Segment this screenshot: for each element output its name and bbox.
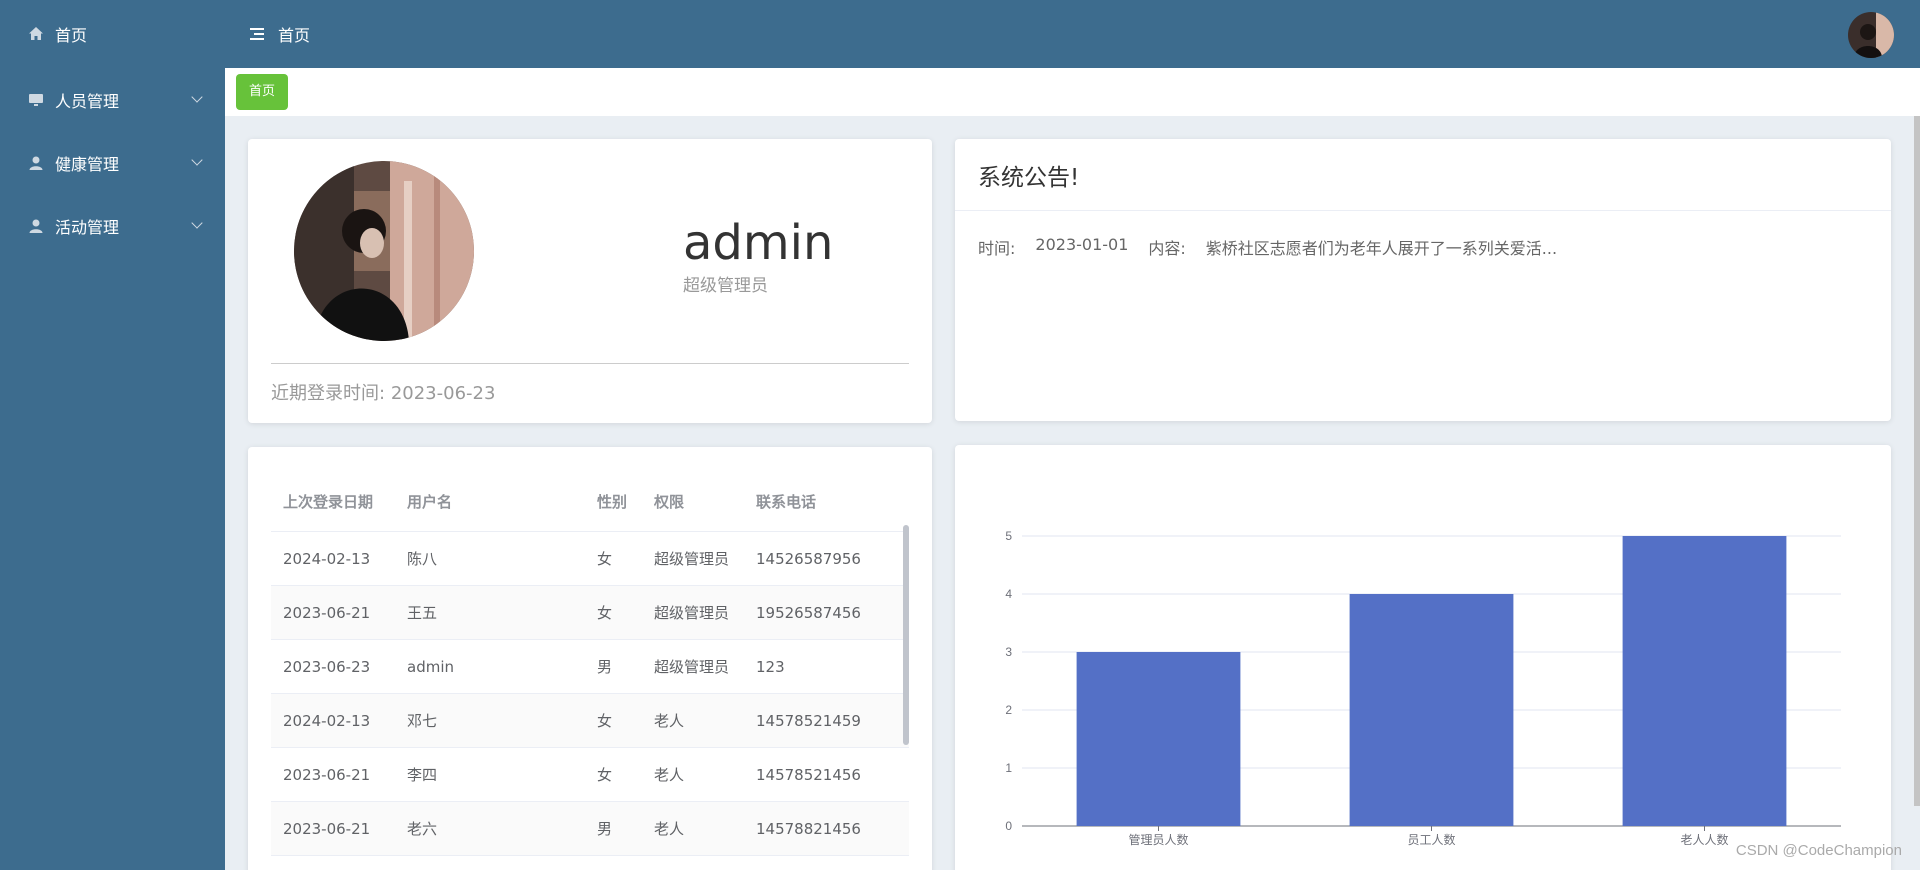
chart-bar[interactable] [1349,594,1514,826]
table-cell: 2024-02-13 [283,549,371,568]
table-cell: 2023-06-21 [283,819,371,838]
y-tick-label: 2 [1005,703,1012,717]
notice-card: 系统公告! 时间: 2023-01-01 内容: 紫桥社区志愿者们为老年人展开了… [955,139,1891,421]
hamburger-icon[interactable] [250,28,264,40]
y-tick-label: 1 [1005,761,1012,775]
notice-time: 2023-01-01 [1035,235,1129,254]
table-scrollbar[interactable] [903,525,909,745]
table-cell: 2023-06-21 [283,603,371,622]
notice-content-label: 内容: [1148,239,1186,258]
table-cell: 14578521459 [756,711,861,730]
chevron-down-icon [191,154,203,166]
column-header: 权限 [654,493,685,511]
user-icon [28,155,44,171]
table-cell: 14578821456 [756,819,861,838]
table-cell: admin [407,657,454,676]
chart-bar[interactable] [1076,652,1241,826]
column-header: 上次登录日期 [283,493,374,511]
table-cell: 女 [597,766,613,784]
table-cell: 邓七 [407,712,438,730]
table-cell: 14578521456 [756,765,861,784]
last-login-date: 2023-06-23 [390,383,496,404]
header-title: 首页 [278,26,311,45]
divider [271,363,909,364]
watermark: CSDN @CodeChampion [1735,842,1902,859]
table-cell: 李四 [407,766,438,784]
header-avatar[interactable] [1848,12,1894,58]
table-row[interactable]: 2024-02-13 邓七 女 老人 14578521459 [271,694,909,748]
table-cell: 123 [756,657,785,676]
user-table: 上次登录日期 用户名 性别 权限 联系电话 2024-02-13 陈八女超级管理员… [271,472,909,856]
notice-item[interactable]: 时间: 2023-01-01 内容: 紫桥社区志愿者们为老年人展开了一系列关爱活… [955,211,1891,259]
home-icon [28,26,44,42]
table-cell: 2023-06-21 [283,765,371,784]
y-tick-label: 5 [1005,529,1012,543]
table-cell: 2024-02-13 [283,711,371,730]
table-row[interactable]: 2023-06-21 老六 男 老人 14578821456 [271,802,909,856]
user-name: admin [683,215,834,271]
chevron-down-icon [191,217,203,229]
chart-bar[interactable] [1622,536,1787,826]
user-info-card: admin 超级管理员 近期登录时间: 2023-06-23 [248,139,932,423]
table-cell: 14526587956 [756,549,861,568]
last-login-label: 近期登录时间: [271,383,386,404]
table-row[interactable]: 2023-06-21 王五 女 超级管理员 19526587456 [271,586,909,640]
user-icon [28,218,44,234]
bar-chart: 0 1 2 3 4 5 管理员人数 员工人数 老人人数 [1005,529,1841,847]
table-cell: 老人 [654,766,685,784]
table-cell: 超级管理员 [654,550,730,568]
sidebar-item-label: 活动管理 [55,217,120,237]
sidebar-item-label: 健康管理 [55,154,120,174]
column-header: 联系电话 [756,493,817,511]
table-cell: 王五 [407,604,438,622]
chevron-down-icon [191,91,203,103]
table-cell: 女 [597,712,613,730]
column-header: 用户名 [407,493,453,511]
table-header: 上次登录日期 用户名 性别 权限 联系电话 [271,472,909,532]
table-row[interactable]: 2023-06-21 李四 女 老人 14578521456 [271,748,909,802]
table-cell: 女 [597,550,613,568]
chart-card: 0 1 2 3 4 5 管理员人数 员工人数 老人人数 [955,445,1891,870]
y-tick-label: 0 [1005,819,1012,833]
sidebar-item-activity[interactable]: 活动管理 [0,194,225,257]
tab-home[interactable]: 首页 [236,74,289,110]
table-cell: 19526587456 [756,603,861,622]
table-cell: 超级管理员 [654,658,730,676]
table-cell: 男 [597,820,613,838]
sidebar-item-home[interactable]: 首页 [0,0,225,68]
sidebar-item-label: 首页 [55,26,88,45]
page-scrollbar[interactable] [1914,116,1920,806]
sidebar-item-health[interactable]: 健康管理 [0,131,225,194]
table-cell: 超级管理员 [654,604,730,622]
notice-title: 系统公告! [955,139,1891,211]
table-row[interactable]: 2023-06-23 admin 男 超级管理员 123 [271,640,909,694]
tag-bar: 首页 [225,68,1920,116]
notice-content: 紫桥社区志愿者们为老年人展开了一系列关爱活... [1205,239,1558,258]
column-header: 性别 [597,493,628,511]
sidebar: 首页 人员管理 健康管理 活动管理 [0,0,225,870]
sidebar-item-label: 人员管理 [55,91,120,111]
last-login: 近期登录时间: 2023-06-23 [271,379,495,405]
table-cell: 女 [597,604,613,622]
table-cell: 老人 [654,712,685,730]
y-tick-label: 3 [1005,645,1012,659]
table-body: 2024-02-13 陈八女超级管理员 14526587956 2023-06-21 王… [271,532,909,856]
x-tick-label: 管理员人数 [1128,832,1188,847]
user-table-card: 上次登录日期 用户名 性别 权限 联系电话 2024-02-13 陈八女超级管理员… [248,447,932,870]
table-cell: 老人 [654,820,685,838]
table-cell: 男 [597,658,613,676]
top-header: 首页 [225,0,1920,68]
table-cell: 老六 [407,820,438,838]
notice-time-label: 时间: [978,239,1016,258]
monitor-icon [28,92,44,108]
x-tick-label: 员工人数 [1407,832,1455,847]
y-tick-label: 4 [1005,587,1012,601]
x-tick-label: 老人人数 [1680,832,1728,847]
user-role: 超级管理员 [683,276,768,296]
sidebar-item-personnel[interactable]: 人员管理 [0,68,225,131]
table-row[interactable]: 2024-02-13 陈八 女 超级管理员 14526587956 [271,532,909,586]
table-cell: 陈八 [407,550,438,568]
table-cell: 2023-06-23 [283,657,371,676]
avatar [294,161,474,341]
